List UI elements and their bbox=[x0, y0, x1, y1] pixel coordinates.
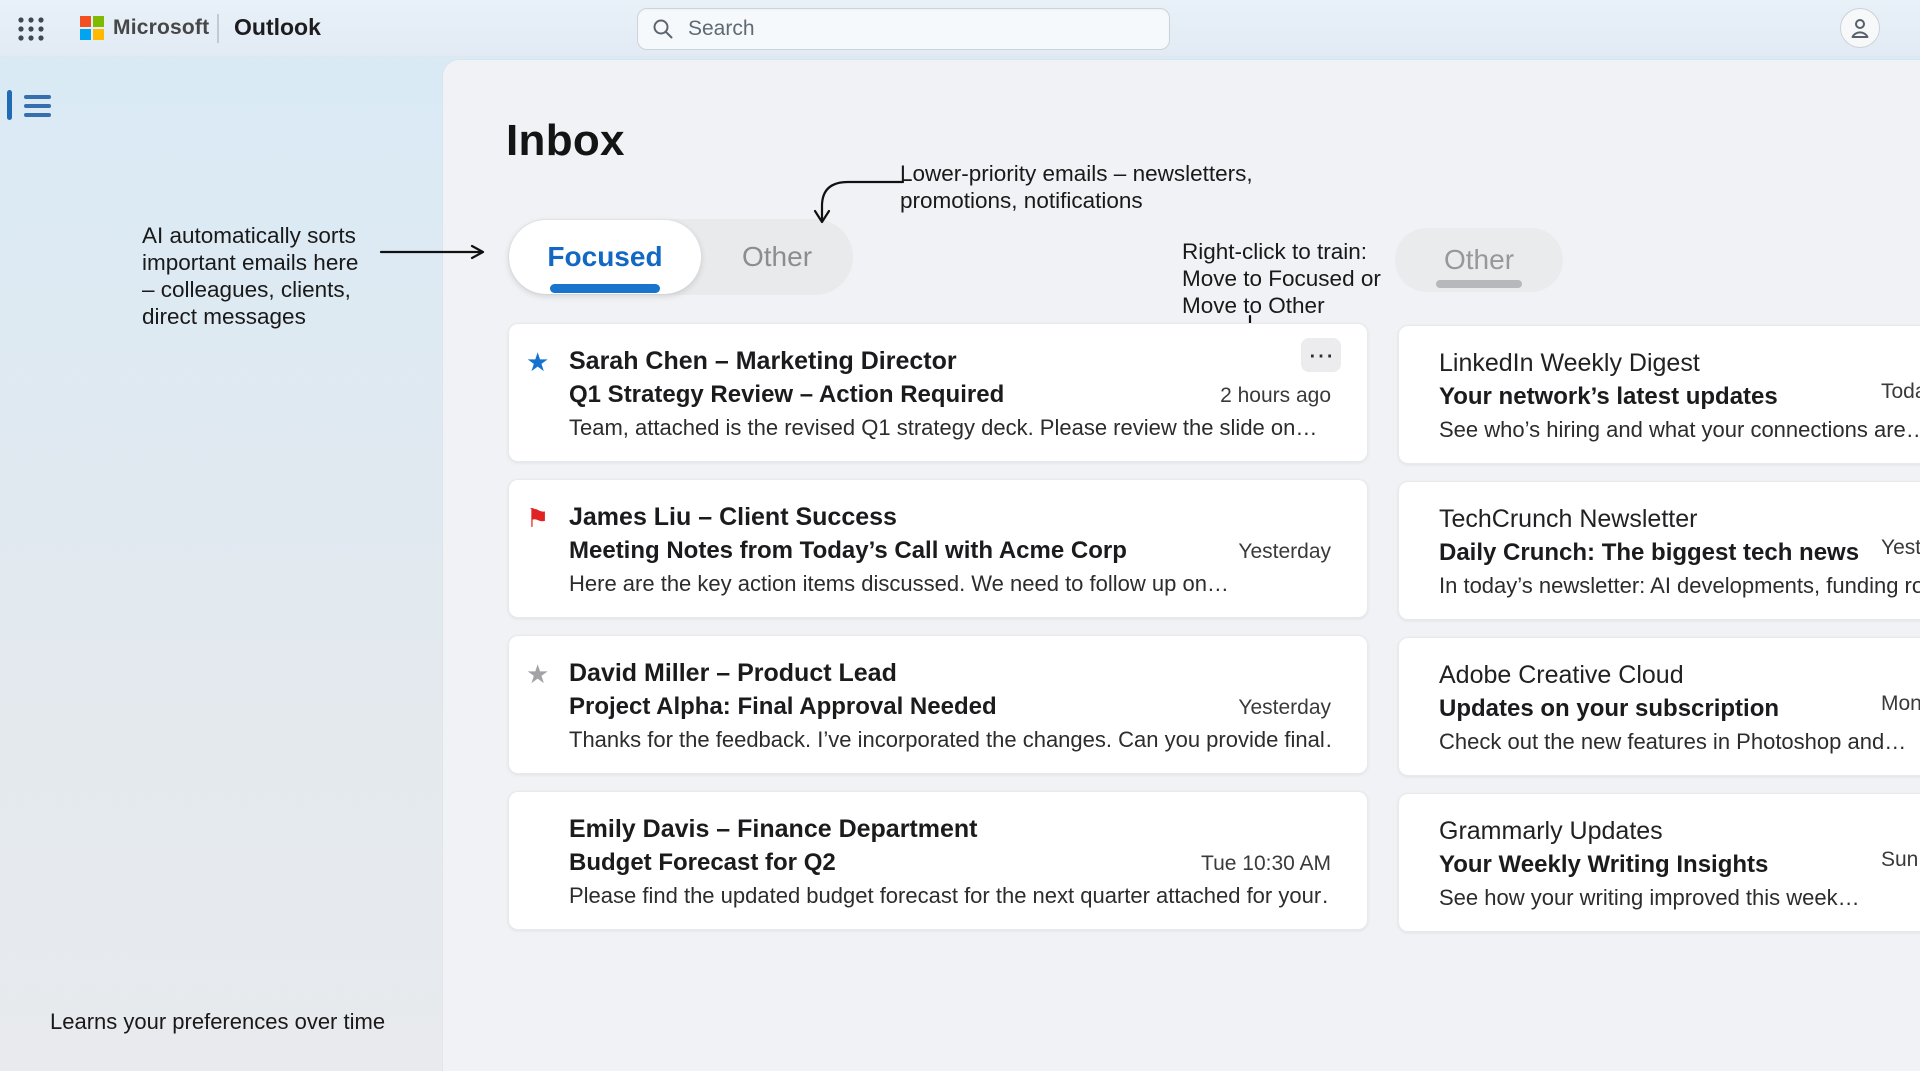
star-icon[interactable]: ★ bbox=[526, 659, 549, 689]
focused-email-list: ★ Sarah Chen – Marketing Director Q1 Str… bbox=[508, 323, 1368, 930]
microsoft-logo-icon bbox=[80, 16, 105, 41]
email-timestamp: Mon bbox=[1881, 692, 1920, 716]
email-subject-row: Project Alpha: Final Approval Needed Yes… bbox=[569, 690, 1331, 723]
email-subject: Budget Forecast for Q2 bbox=[569, 846, 836, 879]
email-preview: See how your writing improved this week… bbox=[1439, 881, 1920, 915]
app-launcher-button[interactable] bbox=[15, 13, 47, 45]
tab-other-right[interactable]: Other bbox=[1395, 228, 1563, 292]
tab-other[interactable]: Other bbox=[701, 219, 853, 295]
page-title: Inbox bbox=[506, 116, 625, 166]
other-email-list: LinkedIn Weekly Digest Your network’s la… bbox=[1398, 325, 1920, 932]
email-preview: In today’s newsletter: AI developments, … bbox=[1439, 569, 1920, 603]
email-preview: Please find the updated budget forecast … bbox=[569, 879, 1331, 913]
email-card[interactable]: Adobe Creative Cloud Updates on your sub… bbox=[1398, 637, 1920, 776]
tab-focused[interactable]: Focused bbox=[509, 220, 701, 294]
email-subject-row: Meeting Notes from Today’s Call with Acm… bbox=[569, 534, 1331, 567]
star-icon[interactable]: ★ bbox=[526, 347, 549, 377]
email-preview: Check out the new features in Photoshop … bbox=[1439, 725, 1920, 759]
inbox-tab-group: Focused Other bbox=[508, 219, 853, 295]
email-card[interactable]: ★ David Miller – Product Lead Project Al… bbox=[508, 635, 1368, 774]
email-subject-row: Your network’s latest updates Today bbox=[1439, 380, 1920, 413]
email-subject-row: Your Weekly Writing Insights Sun bbox=[1439, 848, 1920, 881]
email-preview: Here are the key action items discussed.… bbox=[569, 567, 1331, 601]
tab-other-right-label: Other bbox=[1444, 244, 1514, 276]
email-subject-row: Daily Crunch: The biggest tech news Yest… bbox=[1439, 536, 1920, 569]
email-subject: Project Alpha: Final Approval Needed bbox=[569, 690, 997, 723]
arrow-to-focused-tab bbox=[380, 244, 492, 260]
menu-toggle-button[interactable] bbox=[24, 95, 54, 117]
email-timestamp: 2 hours ago bbox=[1208, 384, 1331, 408]
email-card[interactable]: LinkedIn Weekly Digest Your network’s la… bbox=[1398, 325, 1920, 464]
tab-focused-label: Focused bbox=[547, 241, 662, 273]
email-timestamp: Today bbox=[1881, 380, 1920, 404]
email-card[interactable]: Grammarly Updates Your Weekly Writing In… bbox=[1398, 793, 1920, 932]
tab-other-label: Other bbox=[742, 241, 812, 273]
search-bar[interactable] bbox=[637, 8, 1170, 50]
person-icon bbox=[1848, 16, 1872, 40]
email-subject-row: Q1 Strategy Review – Action Required 2 h… bbox=[569, 378, 1331, 411]
annotation-focused-note: AI automatically sorts important emails … bbox=[142, 222, 402, 330]
email-preview: Thanks for the feedback. I’ve incorporat… bbox=[569, 723, 1331, 757]
email-sender: TechCrunch Newsletter bbox=[1439, 502, 1920, 536]
nav-accent-bar bbox=[7, 90, 12, 120]
email-timestamp: Tue 10:30 AM bbox=[1189, 852, 1331, 876]
email-subject-row: Updates on your subscription Mon bbox=[1439, 692, 1920, 725]
microsoft-wordmark: Microsoft bbox=[113, 16, 209, 40]
email-sender: Grammarly Updates bbox=[1439, 814, 1920, 848]
email-subject-row: Budget Forecast for Q2 Tue 10:30 AM bbox=[569, 846, 1331, 879]
account-avatar-button[interactable] bbox=[1840, 8, 1880, 48]
email-card[interactable]: TechCrunch Newsletter Daily Crunch: The … bbox=[1398, 481, 1920, 620]
search-icon bbox=[652, 18, 674, 40]
arrow-to-other-tab bbox=[810, 178, 905, 230]
email-timestamp: Yesterday bbox=[1226, 696, 1331, 720]
top-bar: Microsoft Outlook bbox=[0, 0, 1920, 57]
annotation-other-note: Lower-priority emails – newsletters, pro… bbox=[900, 160, 1253, 214]
email-subject: Q1 Strategy Review – Action Required bbox=[569, 378, 1004, 411]
annotation-train-note: Right-click to train: Move to Focused or… bbox=[1182, 238, 1381, 319]
app-title: Outlook bbox=[234, 14, 321, 41]
email-sender: James Liu – Client Success bbox=[569, 500, 1331, 534]
email-sender: David Miller – Product Lead bbox=[569, 656, 1331, 690]
email-subject: Your network’s latest updates bbox=[1439, 380, 1778, 413]
email-card[interactable]: ★ Sarah Chen – Marketing Director Q1 Str… bbox=[508, 323, 1368, 462]
email-sender: LinkedIn Weekly Digest bbox=[1439, 346, 1920, 380]
hamburger-icon bbox=[24, 95, 51, 99]
email-sender: Emily Davis – Finance Department bbox=[569, 812, 1331, 846]
other-tab-indicator bbox=[1436, 280, 1522, 288]
email-preview: See who’s hiring and what your connectio… bbox=[1439, 413, 1920, 447]
email-subject: Updates on your subscription bbox=[1439, 692, 1779, 725]
focused-tab-indicator bbox=[550, 284, 660, 293]
annotation-learns-note: Learns your preferences over time bbox=[50, 1008, 385, 1035]
brand-divider bbox=[217, 14, 219, 43]
email-timestamp: Yesterday bbox=[1881, 536, 1920, 560]
email-sender: Sarah Chen – Marketing Director bbox=[569, 344, 1331, 378]
email-sender: Adobe Creative Cloud bbox=[1439, 658, 1920, 692]
email-timestamp: Sun bbox=[1881, 848, 1918, 872]
email-subject: Daily Crunch: The biggest tech news bbox=[1439, 536, 1859, 569]
email-card[interactable]: ⚑ James Liu – Client Success Meeting Not… bbox=[508, 479, 1368, 618]
more-options-icon: ⋯ bbox=[1308, 340, 1334, 370]
more-options-button[interactable]: ⋯ bbox=[1301, 338, 1341, 372]
email-preview: Team, attached is the revised Q1 strateg… bbox=[569, 411, 1331, 445]
email-subject: Your Weekly Writing Insights bbox=[1439, 848, 1768, 881]
email-subject: Meeting Notes from Today’s Call with Acm… bbox=[569, 534, 1127, 567]
waffle-grid-icon bbox=[15, 13, 47, 45]
email-timestamp: Yesterday bbox=[1226, 540, 1331, 564]
search-input[interactable] bbox=[686, 16, 1155, 42]
email-card[interactable]: Emily Davis – Finance Department Budget … bbox=[508, 791, 1368, 930]
flag-icon[interactable]: ⚑ bbox=[526, 503, 549, 533]
